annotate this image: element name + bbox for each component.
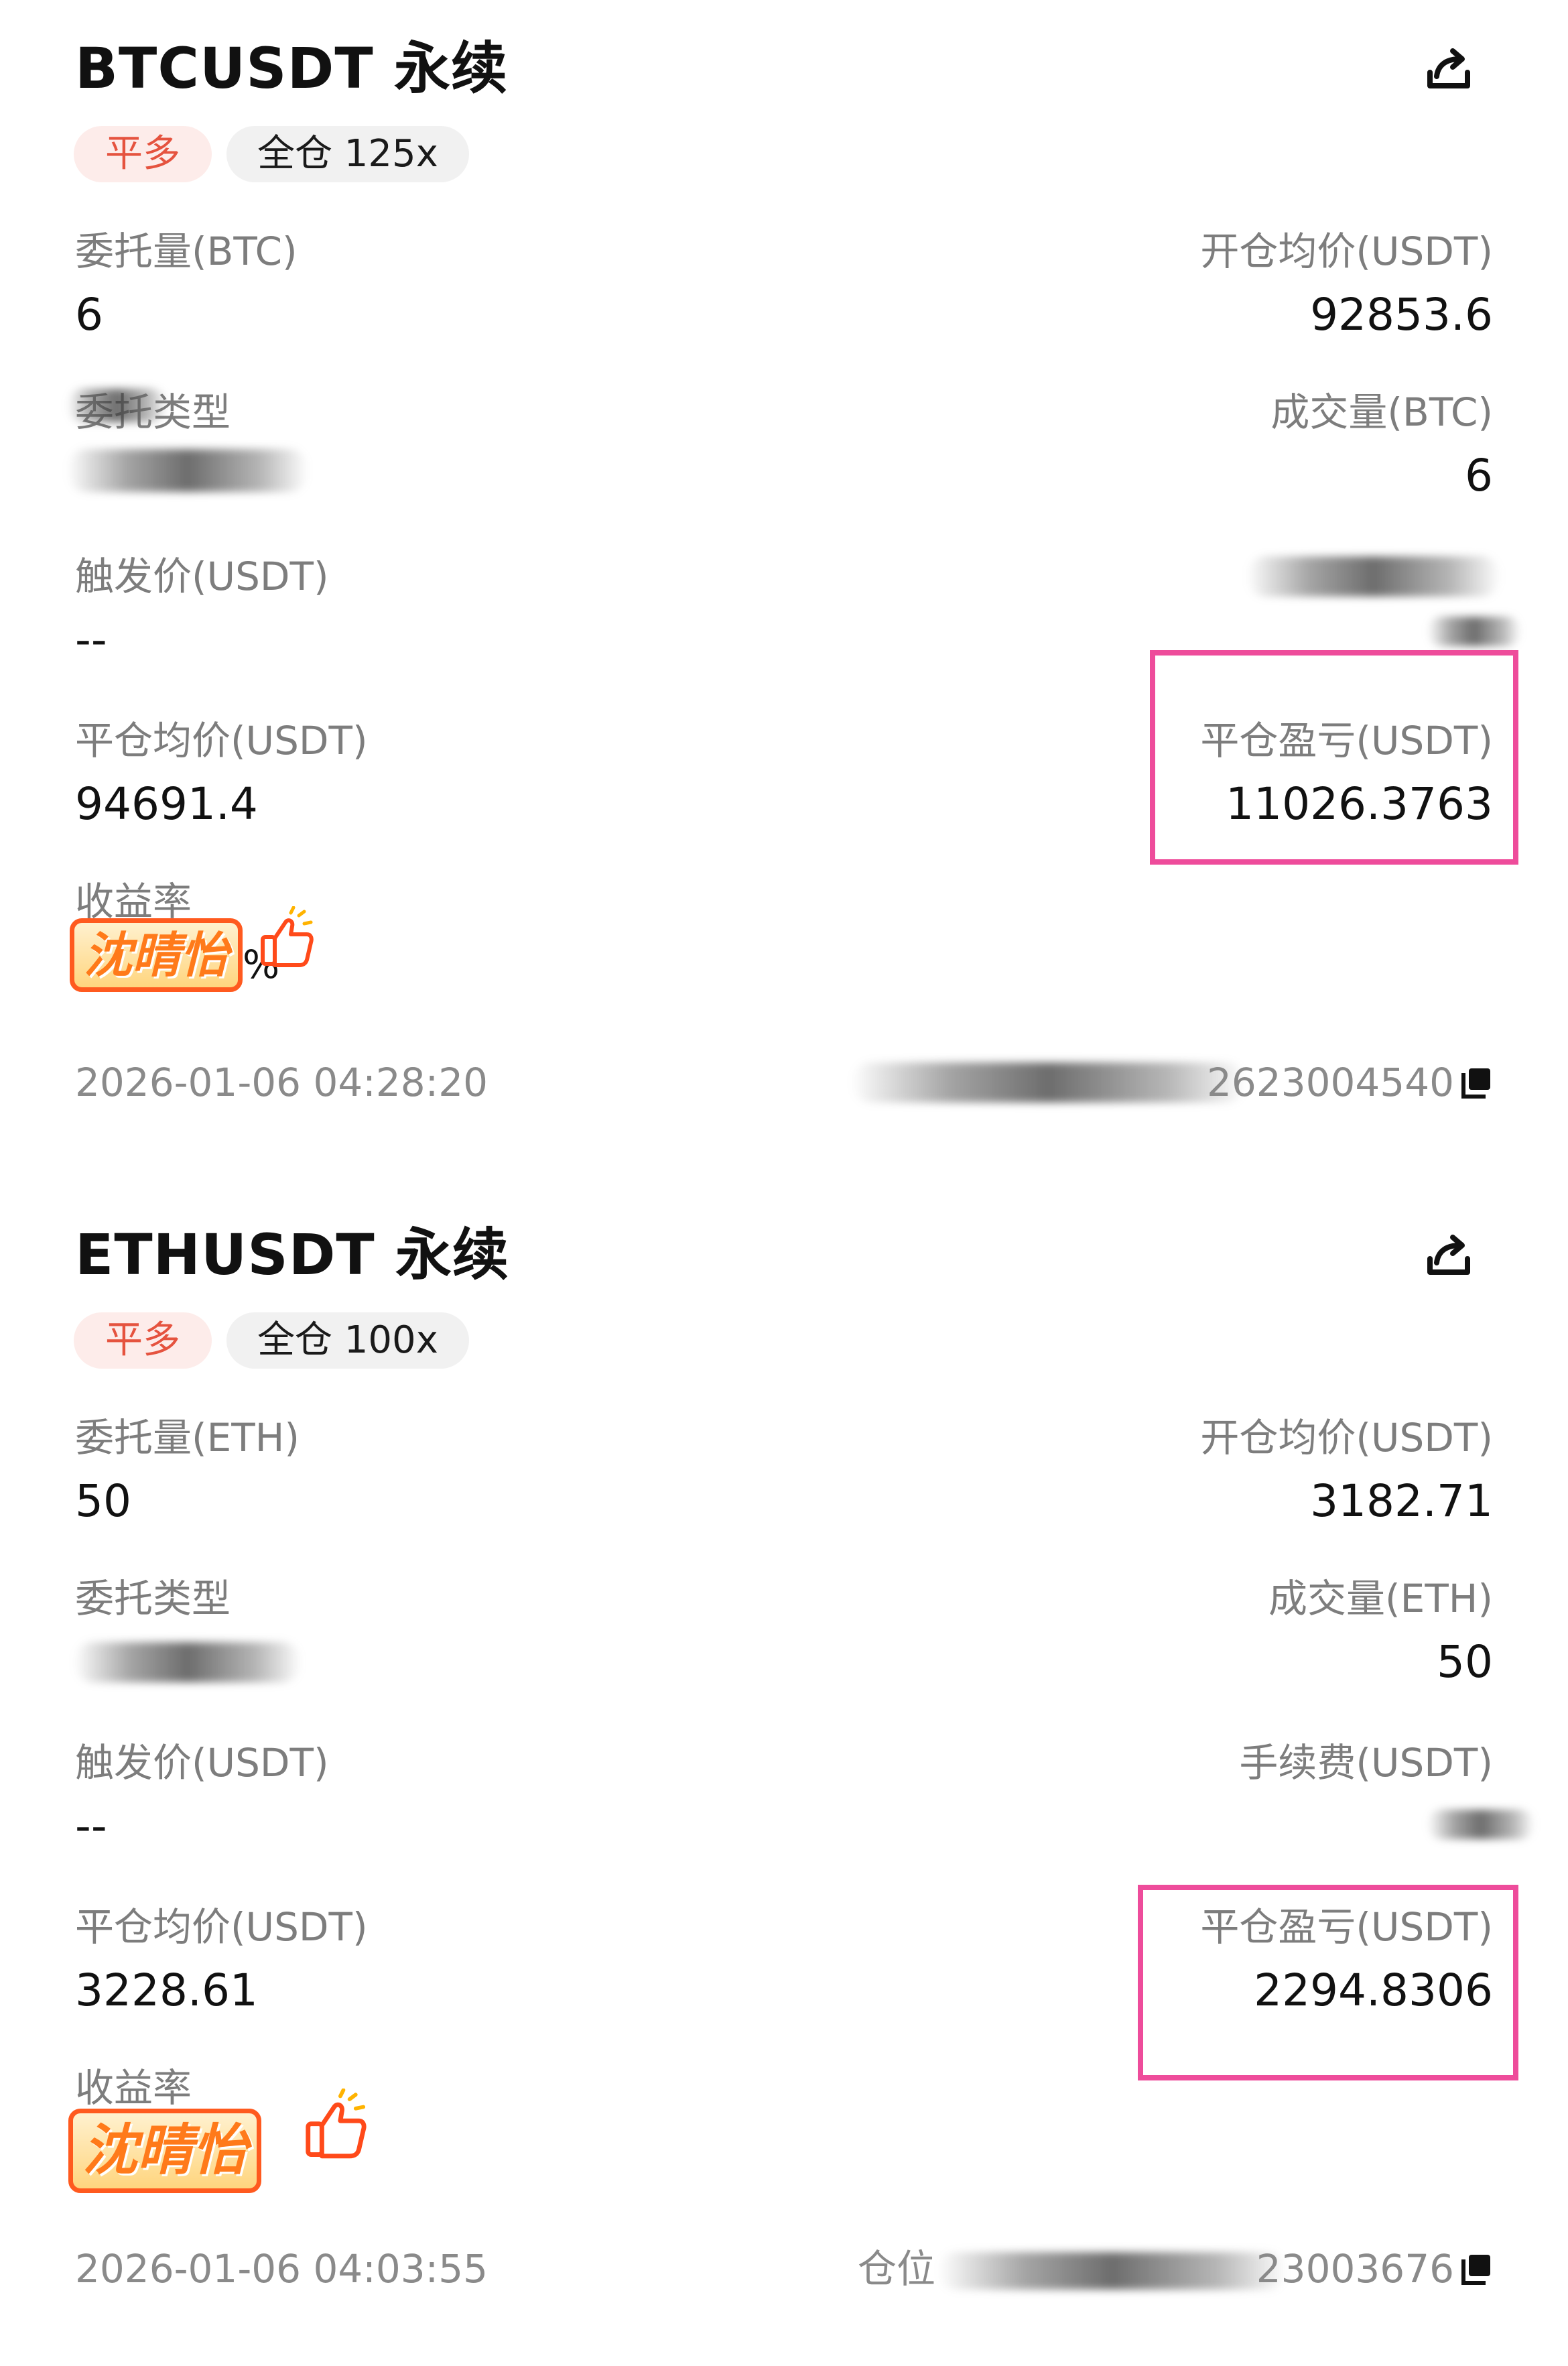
copy-icon[interactable] <box>1458 2252 1493 2287</box>
close-avg-label: 平仓均价(USDT) <box>75 1904 368 1950</box>
trigger-label: 触发价(USDT) <box>75 1740 329 1786</box>
copy-icon[interactable] <box>1458 1066 1493 1101</box>
position-id: 23003676 <box>1256 2246 1454 2292</box>
yield-label: 收益率 <box>75 2065 192 2111</box>
order-time: 2026-01-06 04:03:55 <box>75 2246 488 2292</box>
position-id: 2623004540 <box>1206 1060 1454 1105</box>
filled-label: 成交量(BTC) <box>1270 389 1493 435</box>
order-card-eth: ETHUSDT 永续 平多 全仓 100x 委托量(ETH) 50 开仓均价(U… <box>0 1186 1568 2366</box>
order-time: 2026-01-06 04:28:20 <box>75 1060 488 1105</box>
filled-value: 6 <box>1465 450 1493 501</box>
margin-leverage-badge: 全仓 125x <box>226 126 469 182</box>
redacted-order-type-value <box>67 449 308 492</box>
trigger-value: -- <box>75 1800 107 1852</box>
order-card-btc: BTCUSDT 永续 平多 全仓 125x 委托量(BTC) 6 开仓均价(US… <box>0 0 1568 1180</box>
order-type-label: 委托类型 <box>75 1576 231 1621</box>
close-avg-value: 3228.61 <box>75 1965 258 2016</box>
close-avg-label: 平仓均价(USDT) <box>75 718 368 763</box>
sticker-name-text: 沈晴怡 <box>68 2109 261 2193</box>
position-id-label: 仓位 <box>858 2246 936 2292</box>
thumbs-up-icon <box>261 906 314 967</box>
fee-label: 手续费(USDT) <box>1239 1740 1493 1786</box>
contract-title: BTCUSDT 永续 <box>75 36 508 101</box>
open-avg-label: 开仓均价(USDT) <box>1200 229 1493 274</box>
redacted-position-id <box>851 1062 1246 1103</box>
redacted-fee-value <box>1427 617 1521 646</box>
close-avg-value: 94691.4 <box>75 778 258 830</box>
redacted-order-type-label <box>67 389 168 422</box>
redacted-fee-value <box>1427 1810 1534 1839</box>
open-avg-value: 3182.71 <box>1310 1475 1493 1527</box>
redacted-position-id <box>938 2252 1287 2290</box>
qty-value: 50 <box>75 1475 131 1527</box>
thumbs-up-icon <box>306 2089 367 2159</box>
open-avg-value: 92853.6 <box>1310 289 1493 340</box>
share-icon[interactable] <box>1421 1228 1477 1284</box>
open-avg-label: 开仓均价(USDT) <box>1200 1415 1493 1460</box>
filled-label: 成交量(ETH) <box>1268 1576 1493 1621</box>
qty-label: 委托量(ETH) <box>75 1415 300 1460</box>
filled-value: 50 <box>1437 1636 1493 1688</box>
pnl-highlight-box <box>1150 650 1518 865</box>
qty-label: 委托量(BTC) <box>75 229 298 274</box>
sticker-name-text: 沈晴怡 <box>70 918 243 992</box>
trigger-value: -- <box>75 614 107 666</box>
redacted-order-type-value <box>74 1642 302 1682</box>
side-badge: 平多 <box>74 126 212 182</box>
pnl-highlight-box <box>1138 1885 1518 2080</box>
redacted-fee-label <box>1246 556 1501 597</box>
contract-title: ETHUSDT 永续 <box>75 1222 509 1288</box>
qty-value: 6 <box>75 289 103 340</box>
margin-leverage-badge: 全仓 100x <box>226 1312 469 1369</box>
trigger-label: 触发价(USDT) <box>75 554 329 599</box>
side-badge: 平多 <box>74 1312 212 1369</box>
share-icon[interactable] <box>1421 42 1477 98</box>
